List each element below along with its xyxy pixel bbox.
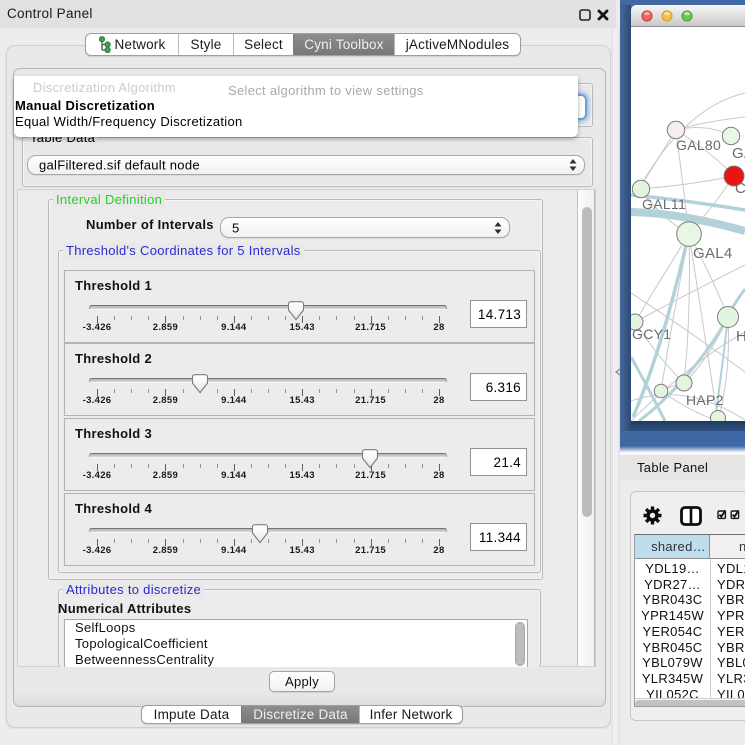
svg-text:GA: GA — [732, 145, 745, 162]
svg-text:GAL4: GAL4 — [693, 245, 733, 262]
svg-text:H: H — [736, 328, 745, 345]
svg-text:GCY1: GCY1 — [632, 326, 671, 342]
svg-text:GAL80: GAL80 — [676, 137, 721, 153]
svg-text:GAL11: GAL11 — [642, 196, 686, 212]
svg-text:HAP2: HAP2 — [686, 392, 724, 408]
svg-text:C: C — [735, 180, 745, 197]
